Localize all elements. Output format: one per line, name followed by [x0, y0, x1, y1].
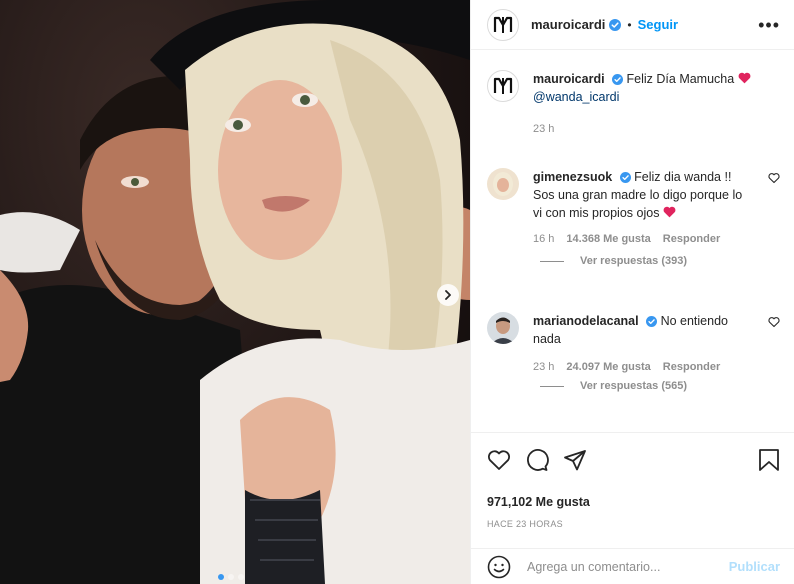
chevron-right-icon: [445, 290, 451, 300]
carousel-next-button[interactable]: [437, 284, 459, 306]
photo-illustration: [0, 0, 470, 584]
mi-monogram-icon: [493, 16, 513, 33]
mi-monogram-icon: [493, 77, 513, 94]
caption-username[interactable]: mauroicardi: [533, 72, 605, 86]
comment-username[interactable]: gimenezsuok: [533, 170, 612, 184]
replies-divider: [540, 385, 564, 387]
header-separator: •: [627, 17, 632, 32]
post-caption: mauroicardi Feliz Día Mamucha @wanda_ica…: [487, 70, 780, 138]
view-replies-label: Ver respuestas (565): [580, 380, 688, 392]
post-actions: 971,102 Me gusta HACE 23 HORAS: [471, 432, 794, 529]
caption-body: mauroicardi Feliz Día Mamucha @wanda_ica…: [533, 70, 751, 138]
caption-text: Feliz Día Mamucha: [626, 72, 735, 86]
comment-item: marianodelacanal No entiendo nada 23 h 2…: [487, 312, 780, 376]
comment-item: gimenezsuok Feliz dia wanda !! Sos una g…: [487, 168, 780, 248]
instagram-post-view: mauroicardi • Seguir ••• mauroicardi Fel…: [0, 0, 794, 584]
red-heart-emoji-icon: [738, 72, 751, 84]
comment-body: marianodelacanal No entiendo nada 23 h 2…: [533, 312, 753, 376]
comment-like-count[interactable]: 14.368 Me gusta: [566, 230, 650, 248]
action-icons: [487, 445, 780, 475]
verified-badge-icon: [609, 18, 622, 31]
red-heart-emoji-icon: [663, 206, 676, 218]
heart-outline-icon[interactable]: [768, 172, 780, 184]
post-header: mauroicardi • Seguir •••: [471, 0, 794, 50]
comments-section: mauroicardi Feliz Día Mamucha @wanda_ica…: [487, 70, 780, 392]
author-username[interactable]: mauroicardi: [531, 17, 605, 32]
comment-like-count[interactable]: 24.097 Me gusta: [566, 358, 650, 376]
emoji-smiley-icon[interactable]: [487, 555, 511, 579]
caption-meta: 23 h: [533, 120, 751, 138]
comment-body: gimenezsuok Feliz dia wanda !! Sos una g…: [533, 168, 753, 248]
like-heart-icon[interactable]: [487, 449, 511, 471]
comment-username[interactable]: marianodelacanal: [533, 314, 639, 328]
view-replies-label: Ver respuestas (393): [580, 255, 688, 267]
post-photo[interactable]: [0, 0, 470, 584]
more-options-icon[interactable]: •••: [758, 16, 780, 34]
replies-divider: [540, 260, 564, 262]
save-bookmark-icon[interactable]: [758, 448, 780, 472]
likes-count[interactable]: 971,102 Me gusta: [487, 495, 780, 509]
comment-input[interactable]: [527, 559, 729, 574]
view-replies-button[interactable]: Ver respuestas (393): [540, 255, 687, 267]
comment-meta: 16 h 14.368 Me gusta Responder: [533, 230, 753, 248]
comment-bubble-icon[interactable]: [525, 448, 549, 472]
carousel-dot-active: [218, 574, 224, 580]
carousel-dot: [238, 574, 244, 580]
comment-meta: 23 h 24.097 Me gusta Responder: [533, 358, 753, 376]
publish-button[interactable]: Publicar: [729, 559, 780, 574]
author-avatar[interactable]: [487, 8, 519, 41]
share-send-icon[interactable]: [563, 448, 587, 472]
post-side-panel: mauroicardi • Seguir ••• mauroicardi Fel…: [470, 0, 794, 584]
caption-timestamp: 23 h: [533, 123, 555, 135]
avatar-photo-icon: [487, 168, 519, 200]
carousel-dot: [228, 574, 234, 580]
view-replies-button[interactable]: Ver respuestas (565): [540, 380, 687, 392]
post-time-ago: HACE 23 HORAS: [487, 519, 563, 529]
avatar-photo-icon: [487, 312, 519, 344]
caption-mention[interactable]: @wanda_icardi: [533, 90, 619, 104]
verified-badge-icon: [646, 316, 658, 327]
add-comment-bar: Publicar: [471, 548, 794, 584]
caption-author-avatar[interactable]: [487, 70, 519, 102]
comment-timestamp: 23 h: [533, 361, 555, 373]
comment-timestamp: 16 h: [533, 233, 555, 245]
heart-outline-icon[interactable]: [768, 316, 780, 328]
reply-button[interactable]: Responder: [663, 230, 720, 248]
follow-button[interactable]: Seguir: [638, 17, 678, 32]
commenter-avatar[interactable]: [487, 168, 519, 200]
commenter-avatar[interactable]: [487, 312, 519, 344]
verified-badge-icon: [619, 172, 631, 183]
carousel-indicator: [218, 574, 244, 580]
verified-badge-icon: [612, 74, 624, 85]
reply-button[interactable]: Responder: [663, 358, 720, 376]
